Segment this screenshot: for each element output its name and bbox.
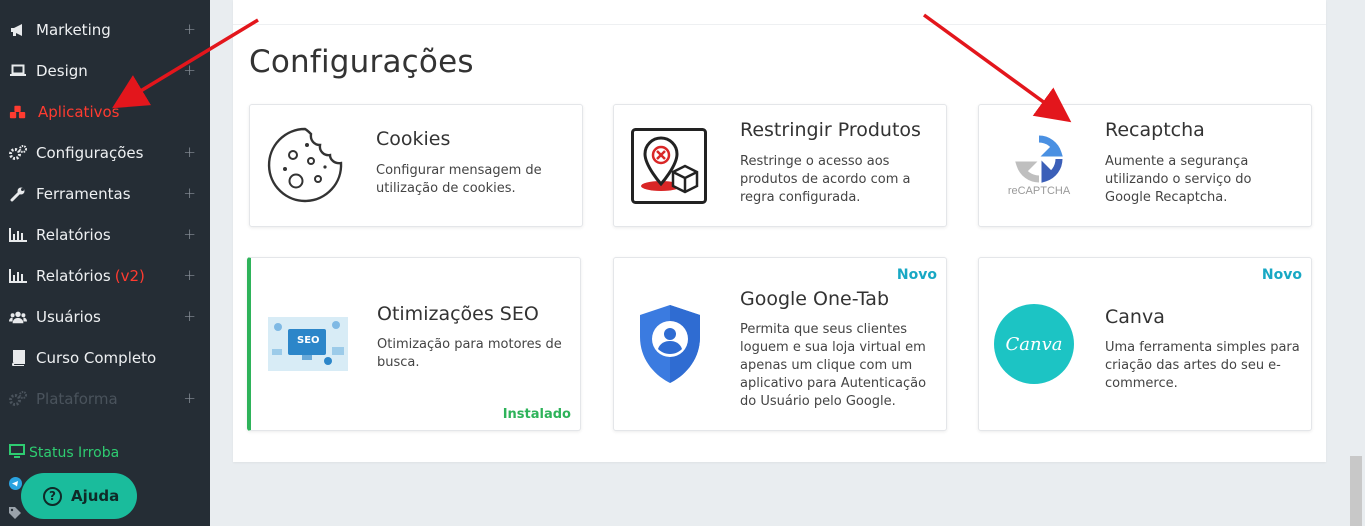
installed-status: Instalado	[502, 407, 571, 422]
sidebar-item-label: Aplicativos	[38, 102, 120, 121]
expand-plus-icon[interactable]: +	[183, 143, 196, 161]
sidebar-item-label: Relatórios	[36, 266, 111, 285]
expand-plus-icon[interactable]: +	[183, 307, 196, 325]
expand-plus-icon[interactable]: +	[183, 225, 196, 243]
seo-logo-text: SEO	[297, 335, 320, 346]
card-description: Otimização para motores de busca.	[377, 337, 562, 370]
sidebar-item-label: Plataforma	[36, 389, 118, 408]
status-label: Status Irroba	[29, 445, 120, 461]
card-description: Aumente a segurança utilizando o serviço…	[1105, 154, 1252, 205]
card-description: Configurar mensagem de utilização de coo…	[376, 163, 542, 196]
card-description: Uma ferramenta simples para criação das …	[1105, 340, 1300, 391]
app-card-cookies[interactable]: Cookies Configurar mensagem de utilizaçã…	[249, 104, 583, 227]
app-card-otimizacoes-seo[interactable]: SEO Otimizações SEO Otimização para moto…	[247, 257, 581, 431]
canva-logo-text: Canva	[1005, 333, 1063, 355]
settings-panel: Configurações Cookies Configurar mensage…	[233, 0, 1326, 462]
sidebar-item-label: Configurações	[36, 143, 144, 162]
question-icon: ?	[43, 486, 62, 506]
scrollbar-thumb[interactable]	[1350, 456, 1362, 526]
laptop-icon	[9, 63, 27, 79]
sidebar-item-aplicativos[interactable]: Aplicativos	[0, 91, 210, 132]
card-title: Recaptcha	[1105, 119, 1205, 141]
page-title: Configurações	[249, 44, 474, 80]
cogs-icon	[9, 390, 27, 407]
bar-chart-icon	[9, 268, 27, 284]
users-icon	[9, 309, 27, 325]
app-card-recaptcha[interactable]: reCAPTCHA Recaptcha Aumente a segurança …	[978, 104, 1312, 227]
divider	[233, 24, 1326, 25]
app-card-restringir-produtos[interactable]: Restringir Produtos Restringe o acesso a…	[613, 104, 947, 227]
expand-plus-icon[interactable]: +	[183, 389, 196, 407]
sidebar-item-configuracoes[interactable]: Configurações +	[0, 132, 210, 173]
restrict-products-icon	[631, 128, 707, 208]
app-card-canva[interactable]: Novo Canva Canva Uma ferramenta simples …	[978, 257, 1312, 431]
card-title: Cookies	[376, 128, 451, 150]
card-title: Canva	[1105, 306, 1165, 328]
cookie-icon	[265, 125, 345, 209]
book-icon	[9, 349, 27, 366]
wrench-icon	[9, 186, 27, 202]
app-card-google-one-tab[interactable]: Novo Google One-Tab Permita que seus cli…	[613, 257, 947, 431]
sidebar-item-label: Usuários	[36, 307, 101, 326]
card-title: Google One-Tab	[740, 288, 890, 310]
card-title: Otimizações SEO	[377, 303, 539, 325]
seo-icon: SEO	[268, 317, 348, 371]
sidebar-item-label: Design	[36, 61, 88, 80]
sidebar-item-curso-completo[interactable]: Curso Completo	[0, 337, 210, 378]
sidebar-item-design[interactable]: Design +	[0, 50, 210, 91]
recaptcha-logo-text: reCAPTCHA	[1007, 185, 1071, 197]
monitor-icon	[9, 444, 25, 462]
expand-plus-icon[interactable]: +	[183, 184, 196, 202]
new-badge: Novo	[896, 267, 937, 283]
cogs-icon	[9, 144, 27, 161]
sidebar-item-marketing[interactable]: Marketing +	[0, 9, 210, 50]
sidebar-item-label: Marketing	[36, 20, 111, 39]
expand-plus-icon[interactable]: +	[183, 61, 196, 79]
card-title: Restringir Produtos	[740, 119, 921, 141]
bar-chart-icon	[9, 227, 27, 243]
version-badge: (v2)	[114, 266, 145, 285]
help-button[interactable]: ? Ajuda	[21, 473, 137, 519]
sidebar-item-label: Relatórios	[36, 225, 111, 244]
sidebar-item-relatorios-v2[interactable]: Relatórios (v2) +	[0, 255, 210, 296]
help-label: Ajuda	[71, 487, 120, 505]
card-description: Permita que seus clientes loguem e sua l…	[740, 322, 927, 409]
megaphone-icon	[9, 22, 27, 38]
tag-icon	[9, 507, 21, 522]
sidebar-item-ferramentas[interactable]: Ferramentas +	[0, 173, 210, 214]
expand-plus-icon[interactable]: +	[183, 266, 196, 284]
canva-icon: Canva	[994, 304, 1074, 384]
new-badge: Novo	[1261, 267, 1302, 283]
sidebar-item-label: Ferramentas	[36, 184, 131, 203]
sidebar-item-label: Curso Completo	[36, 348, 157, 367]
google-shield-icon	[638, 303, 702, 389]
status-link[interactable]: Status Irroba	[9, 444, 119, 462]
recaptcha-icon: reCAPTCHA	[999, 135, 1079, 197]
sidebar-item-usuarios[interactable]: Usuários +	[0, 296, 210, 337]
expand-plus-icon[interactable]: +	[183, 20, 196, 38]
telegram-icon[interactable]	[9, 477, 22, 493]
sidebar: Marketing + Design + Aplicativos Configu…	[0, 0, 210, 526]
sidebar-item-relatorios[interactable]: Relatórios +	[0, 214, 210, 255]
card-description: Restringe o acesso aos produtos de acord…	[740, 154, 911, 205]
cubes-icon	[9, 104, 27, 120]
sidebar-item-plataforma[interactable]: Plataforma +	[0, 378, 210, 419]
